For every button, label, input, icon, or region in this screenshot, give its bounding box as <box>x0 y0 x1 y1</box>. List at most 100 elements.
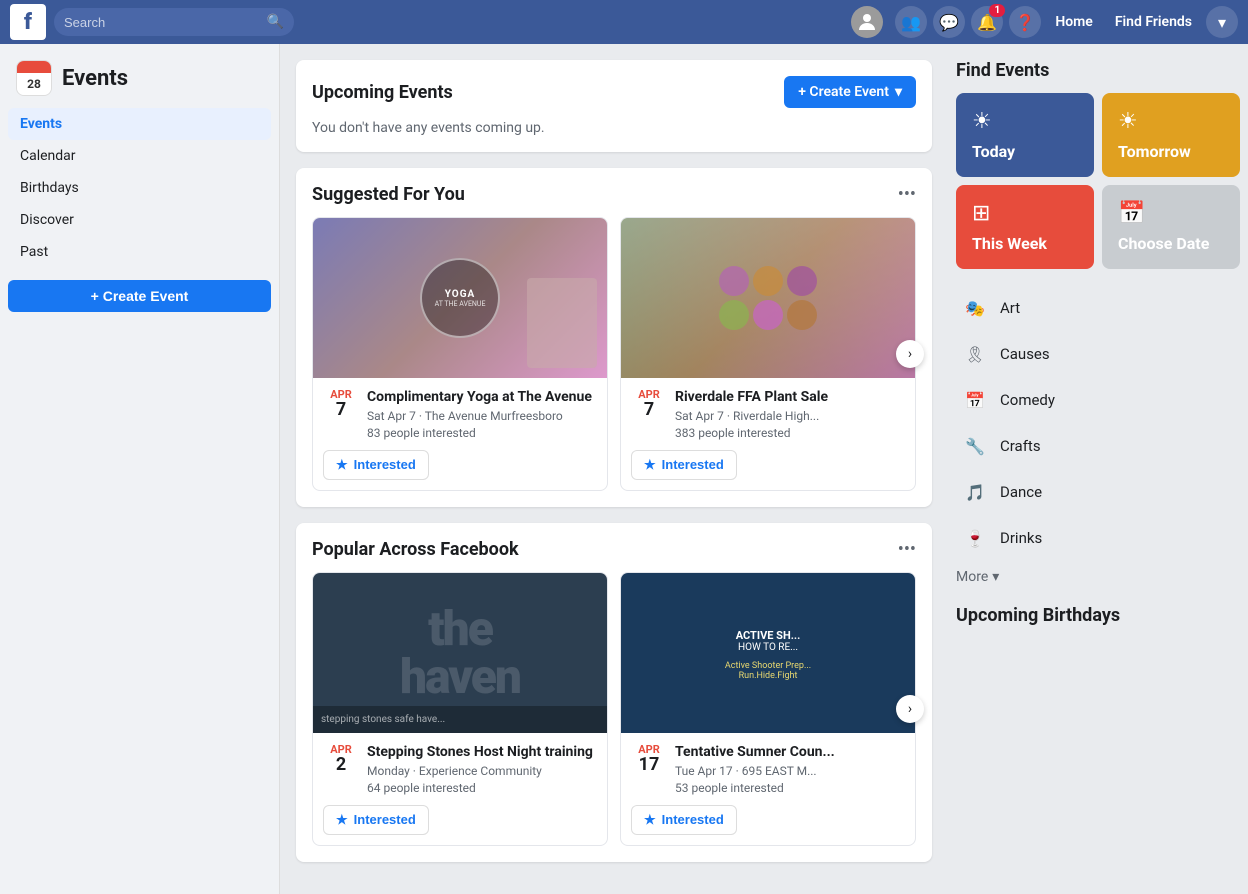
help-icon[interactable]: ❓ <box>1009 6 1041 38</box>
popular-event-1-body: APR 2 Stepping Stones Host Night trainin… <box>313 733 607 845</box>
suggested-event-1: YOGA AT THE AVENUE APR 7 <box>312 217 608 491</box>
popular-events-carousel: thehaven stepping stones safe have... AP… <box>312 572 916 846</box>
event-2-interested-button[interactable]: ★ Interested <box>631 450 737 480</box>
event-1-name: Complimentary Yoga at The Avenue <box>367 388 597 406</box>
event-2-meta: Sat Apr 7 · Riverdale High... <box>675 408 905 425</box>
more-label: More <box>956 569 988 585</box>
home-nav-button[interactable]: Home <box>1047 14 1101 30</box>
sidebar-item-calendar[interactable]: Calendar <box>8 140 271 172</box>
this-week-icon: ⊞ <box>972 201 990 226</box>
calendar-day: 28 <box>17 73 51 95</box>
category-art[interactable]: 🎭 Art <box>956 285 1240 331</box>
calendar-icon: 28 <box>16 60 52 96</box>
comedy-icon: 📅 <box>960 385 990 415</box>
carousel-next-button[interactable]: › <box>896 340 924 368</box>
event-1-interested-button[interactable]: ★ Interested <box>323 450 429 480</box>
search-input[interactable] <box>64 15 263 30</box>
more-nav-icon[interactable]: ▾ <box>1206 6 1238 38</box>
sidebar-create-event-button[interactable]: + Create Event <box>8 280 271 312</box>
category-crafts[interactable]: 🔧 Crafts <box>956 423 1240 469</box>
dance-icon: 🎵 <box>960 477 990 507</box>
tomorrow-icon: ☀ <box>1118 109 1138 134</box>
suggested-event-1-body: APR 7 Complimentary Yoga at The Avenue S… <box>313 378 607 490</box>
popular-events-section: Popular Across Facebook ••• thehaven ste… <box>296 523 932 862</box>
this-week-label: This Week <box>972 234 1047 253</box>
choose-date-icon: 📅 <box>1118 201 1145 226</box>
popular-event-1-image: thehaven stepping stones safe have... <box>313 573 607 733</box>
popular-event-2: ACTIVE SH... HOW TO RE... Active Shooter… <box>620 572 916 846</box>
art-label: Art <box>1000 299 1020 317</box>
suggested-more-icon[interactable]: ••• <box>898 184 916 205</box>
right-panel: Find Events ☀ Today ☀ Tomorrow ⊞ This We… <box>948 44 1248 894</box>
choose-date-tile[interactable]: 📅 Choose Date <box>1102 185 1240 269</box>
popular-events-title: Popular Across Facebook <box>312 539 519 560</box>
causes-label: Causes <box>1000 345 1050 363</box>
more-categories-link[interactable]: More ▾ <box>956 565 1240 589</box>
popular-event-2-date: APR 17 Tentative Sumner Coun... Tue Apr … <box>631 743 905 797</box>
popular-more-icon[interactable]: ••• <box>898 539 916 560</box>
no-events-message: You don't have any events coming up. <box>312 120 916 136</box>
chevron-down-icon: ▾ <box>992 569 999 585</box>
dropdown-arrow-icon: ▾ <box>895 84 902 100</box>
top-navigation: f 🔍 👥 💬 🔔 1 ❓ Home Find Friends ▾ <box>0 0 1248 44</box>
notifications-badge: 1 <box>989 4 1005 17</box>
drinks-icon: 🍷 <box>960 523 990 553</box>
page-layout: 28 Events Events Calendar Birthdays Disc… <box>0 44 1248 894</box>
suggested-events-section: Suggested For You ••• YOGA AT THE AVENUE <box>296 168 932 507</box>
interested-label: Interested <box>354 457 416 472</box>
event-2-date: APR 7 Riverdale FFA Plant Sale Sat Apr 7… <box>631 388 905 442</box>
popular-event-2-meta: Tue Apr 17 · 695 EAST M... <box>675 763 905 780</box>
avatar[interactable] <box>851 6 883 38</box>
category-drinks[interactable]: 🍷 Drinks <box>956 515 1240 561</box>
dance-label: Dance <box>1000 483 1042 501</box>
suggested-events-header: Suggested For You ••• <box>312 184 916 205</box>
popular-event-2-image: ACTIVE SH... HOW TO RE... Active Shooter… <box>621 573 915 733</box>
popular-event-1-name: Stepping Stones Host Night training <box>367 743 597 761</box>
popular-events-grid: thehaven stepping stones safe have... AP… <box>312 572 916 846</box>
friends-icon[interactable]: 👥 <box>895 6 927 38</box>
upcoming-birthdays-title: Upcoming Birthdays <box>956 605 1240 626</box>
popular-event-2-name: Tentative Sumner Coun... <box>675 743 905 761</box>
crafts-label: Crafts <box>1000 437 1041 455</box>
category-causes[interactable]: 🎗 Causes <box>956 331 1240 377</box>
event-2-name: Riverdale FFA Plant Sale <box>675 388 905 406</box>
event-1-meta: Sat Apr 7 · The Avenue Murfreesboro <box>367 408 597 425</box>
popular-event-2-body: APR 17 Tentative Sumner Coun... Tue Apr … <box>621 733 915 845</box>
drinks-label: Drinks <box>1000 529 1042 547</box>
category-comedy[interactable]: 📅 Comedy <box>956 377 1240 423</box>
causes-icon: 🎗 <box>960 339 990 369</box>
find-events-widget: Find Events ☀ Today ☀ Tomorrow ⊞ This We… <box>956 60 1240 589</box>
suggested-event-2-body: APR 7 Riverdale FFA Plant Sale Sat Apr 7… <box>621 378 915 490</box>
category-dance[interactable]: 🎵 Dance <box>956 469 1240 515</box>
date-tiles-grid: ☀ Today ☀ Tomorrow ⊞ This Week 📅 Choose … <box>956 93 1240 269</box>
categories-list: 🎭 Art 🎗 Causes 📅 Comedy 🔧 Crafts 🎵 <box>956 285 1240 561</box>
messenger-icon[interactable]: 💬 <box>933 6 965 38</box>
popular-event-2-interested-count: 53 people interested <box>675 780 905 797</box>
sidebar-header: 28 Events <box>8 60 271 96</box>
this-week-tile[interactable]: ⊞ This Week <box>956 185 1094 269</box>
suggested-events-title: Suggested For You <box>312 184 465 205</box>
choose-date-label: Choose Date <box>1118 234 1209 253</box>
sidebar-item-events[interactable]: Events <box>8 108 271 140</box>
tomorrow-tile[interactable]: ☀ Tomorrow <box>1102 93 1240 177</box>
event-1-date: APR 7 Complimentary Yoga at The Avenue S… <box>323 388 597 442</box>
upcoming-events-title: Upcoming Events <box>312 82 453 103</box>
suggested-event-2: APR 7 Riverdale FFA Plant Sale Sat Apr 7… <box>620 217 916 491</box>
suggested-events-carousel: YOGA AT THE AVENUE APR 7 <box>312 217 916 491</box>
upcoming-events-header: Upcoming Events + Create Event ▾ <box>312 76 916 108</box>
search-icon: 🔍 <box>267 14 284 30</box>
notifications-icon[interactable]: 🔔 1 <box>971 6 1003 38</box>
today-icon: ☀ <box>972 109 992 134</box>
search-bar[interactable]: 🔍 <box>54 8 294 36</box>
sidebar-item-birthdays[interactable]: Birthdays <box>8 172 271 204</box>
crafts-icon: 🔧 <box>960 431 990 461</box>
star-icon: ★ <box>336 457 348 473</box>
comedy-label: Comedy <box>1000 391 1055 409</box>
sidebar-item-past[interactable]: Past <box>8 236 271 268</box>
popular-carousel-next-button[interactable]: › <box>896 695 924 723</box>
today-tile[interactable]: ☀ Today <box>956 93 1094 177</box>
find-friends-nav-button[interactable]: Find Friends <box>1107 14 1200 30</box>
today-label: Today <box>972 142 1015 161</box>
create-event-button[interactable]: + Create Event ▾ <box>784 76 916 108</box>
sidebar-item-discover[interactable]: Discover <box>8 204 271 236</box>
